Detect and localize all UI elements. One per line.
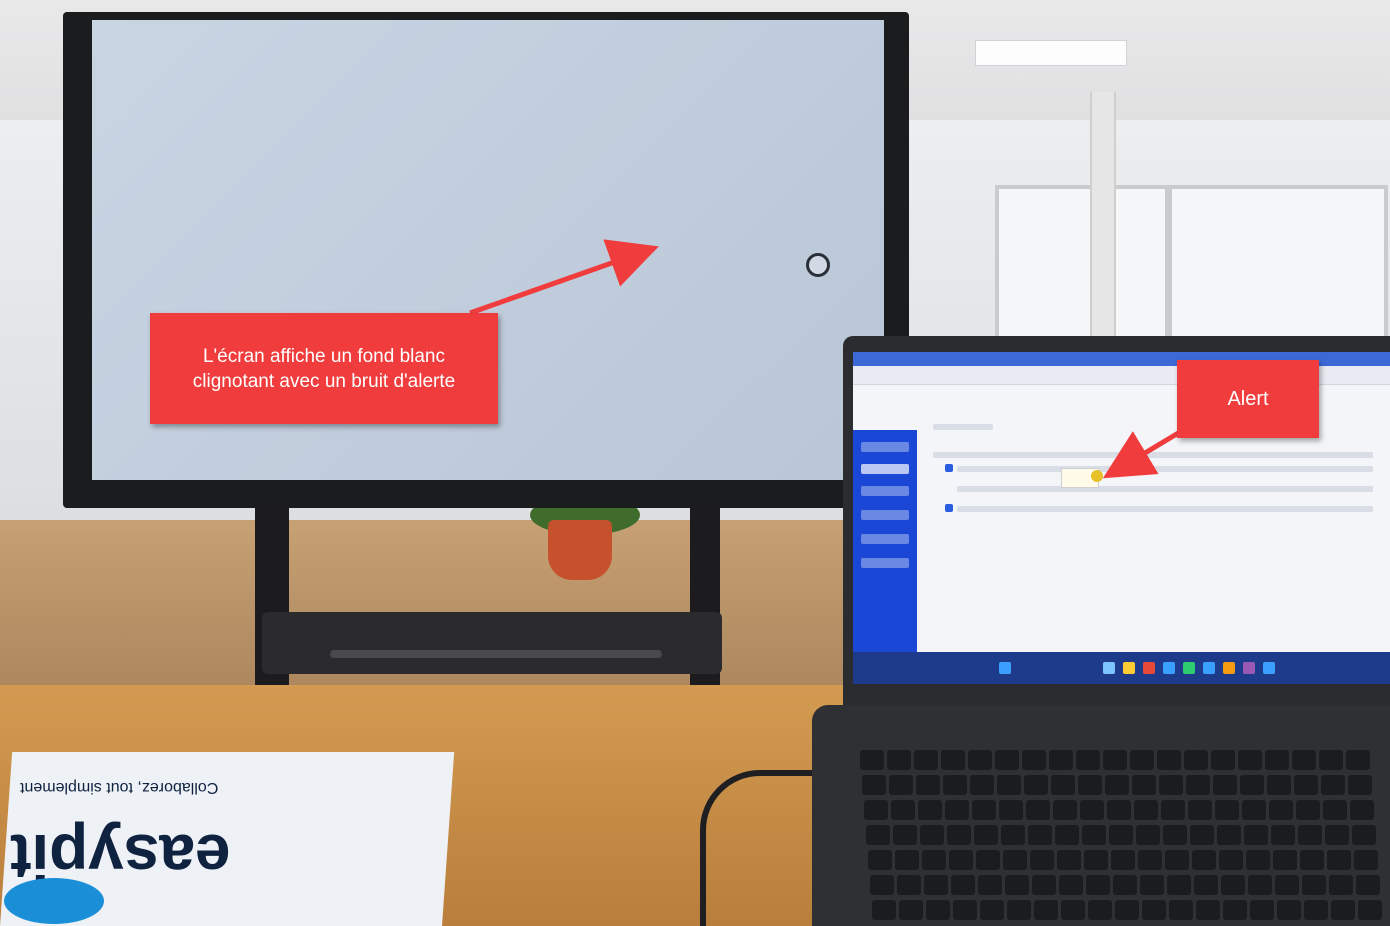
alert-annotation: Alert: [1177, 360, 1319, 438]
photo-scene: Collaborez, tout simplement easypit L'éc…: [0, 0, 1390, 926]
arrow-to-tv: [469, 239, 659, 316]
tv-annotation: L'écran affiche un fond blanc clignotant…: [150, 313, 498, 424]
arrow-to-alert: [1102, 429, 1182, 479]
annotation-arrows: [469, 239, 1182, 479]
